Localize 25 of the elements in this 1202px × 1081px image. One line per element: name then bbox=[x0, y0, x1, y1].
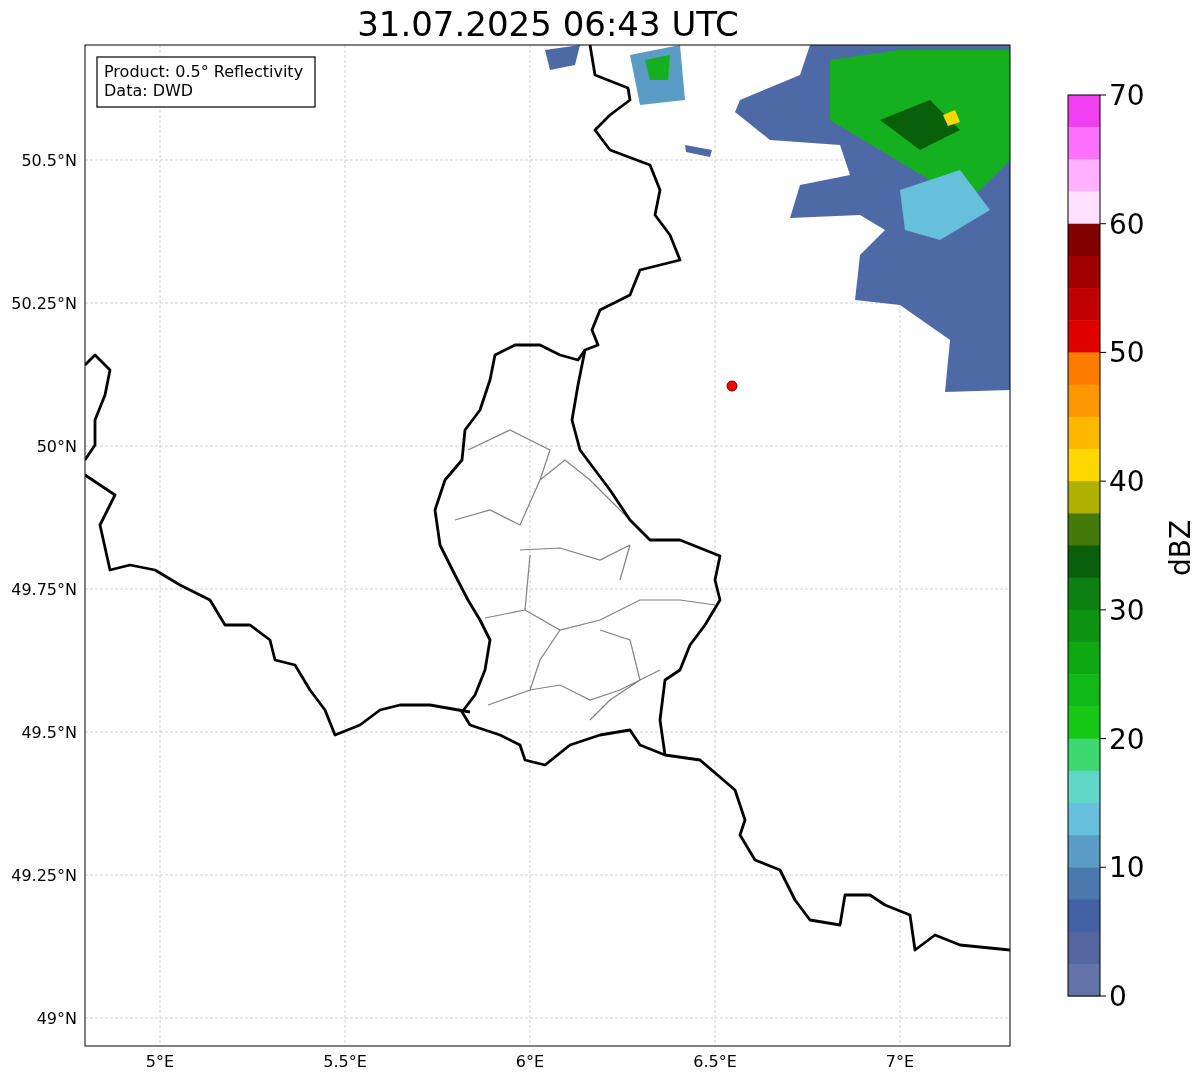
latitude-label: 50°N bbox=[36, 437, 77, 456]
colorbar-tick-label: 70 bbox=[1109, 79, 1145, 112]
latitude-label: 50.5°N bbox=[21, 151, 77, 170]
colorbar-tick-label: 50 bbox=[1109, 336, 1145, 370]
latitude-label: 49.25°N bbox=[11, 866, 77, 885]
colorbar-tick-label: 10 bbox=[1109, 851, 1145, 885]
longitude-label: 6.5°E bbox=[693, 1052, 737, 1071]
latitude-label: 49°N bbox=[36, 1009, 77, 1028]
info-text: Data: DWD bbox=[104, 81, 194, 100]
colorbar-tick-label: 40 bbox=[1109, 465, 1145, 499]
colorbar-tick-label: 60 bbox=[1109, 207, 1145, 241]
colorbar-tick-label: 20 bbox=[1109, 722, 1145, 756]
colorbar-tick-label: 30 bbox=[1109, 593, 1145, 627]
longitude-label: 7°E bbox=[885, 1052, 915, 1071]
plot-title: 31.07.2025 06:43 UTC bbox=[357, 4, 739, 44]
radar-site-marker bbox=[726, 380, 738, 392]
latitude-label: 49.75°N bbox=[11, 580, 77, 599]
latitude-label: 50.25°N bbox=[11, 294, 77, 313]
longitude-label: 5°E bbox=[145, 1052, 175, 1071]
colorbar-tick-label: 0 bbox=[1109, 980, 1127, 1013]
longitude-label: 5.5°E bbox=[323, 1052, 367, 1071]
colorbar-label: dBZ bbox=[1164, 519, 1197, 577]
latitude-label: 49.5°N bbox=[21, 723, 77, 742]
longitude-label: 6°E bbox=[515, 1052, 545, 1071]
info-text: Product: 0.5° Reflectivity bbox=[104, 62, 304, 81]
